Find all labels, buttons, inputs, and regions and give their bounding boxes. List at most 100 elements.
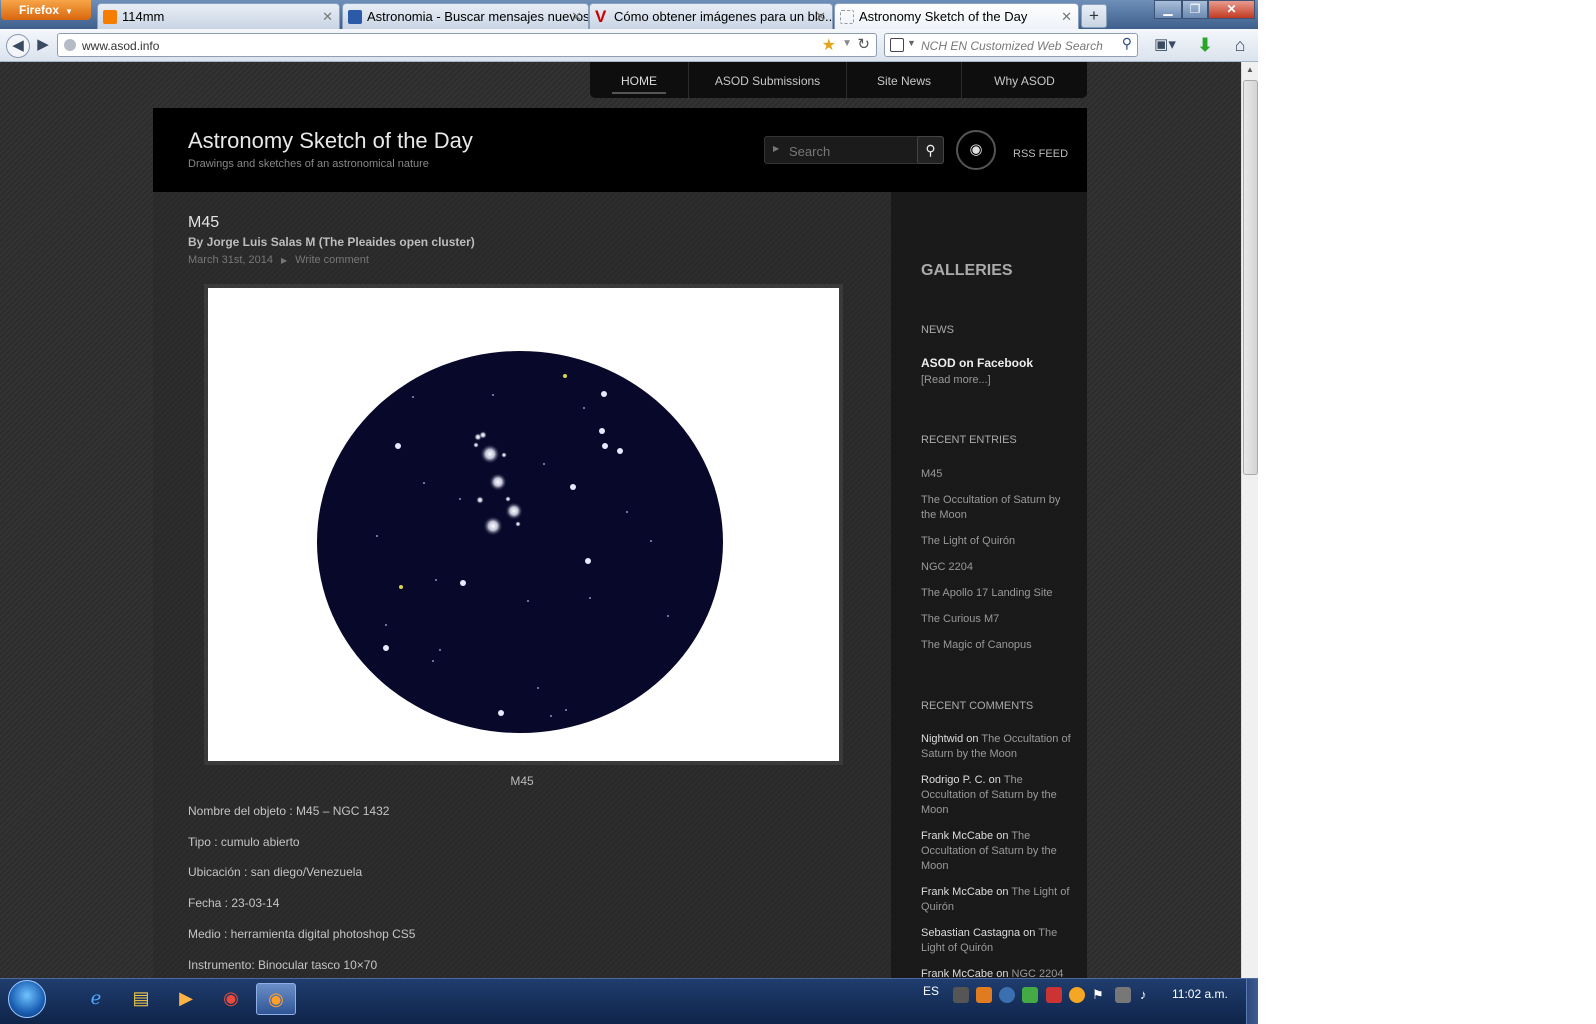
star xyxy=(483,516,503,536)
star xyxy=(583,407,585,409)
scroll-up-arrow-icon[interactable]: ▲ xyxy=(1242,62,1258,78)
show-desktop-button[interactable] xyxy=(1246,979,1258,1024)
sketch-image[interactable] xyxy=(204,284,843,765)
star xyxy=(543,463,545,465)
comment-author[interactable]: Nightwid xyxy=(921,733,963,745)
tab-como-obtener[interactable]: V Cómo obtener imágenes para un blo... ✕ xyxy=(589,3,833,29)
star xyxy=(489,473,507,491)
clock[interactable]: 11:02 a.m. xyxy=(1172,987,1228,1001)
tab-astronomia[interactable]: Astronomia - Buscar mensajes nuevos ✕ xyxy=(342,3,589,29)
file-explorer-icon[interactable]: ▤ xyxy=(121,983,161,1015)
nav-home[interactable]: HOME xyxy=(590,62,689,98)
recent-entry-link[interactable]: NGC 2204 xyxy=(921,560,1071,575)
blank-page-icon xyxy=(840,10,854,24)
url-bar[interactable]: www.asod.info ★ ▼ ↻ xyxy=(57,33,877,57)
volume-icon[interactable]: ♪ xyxy=(1140,987,1156,1003)
search-engine-icon[interactable] xyxy=(890,38,904,52)
recent-entry-link[interactable]: The Occultation of Saturn by the Moon xyxy=(921,493,1071,523)
nav-why-asod[interactable]: Why ASOD xyxy=(962,62,1087,98)
comment-author[interactable]: Frank McCabe xyxy=(921,830,993,842)
rss-feed-link[interactable]: RSS FEED xyxy=(1013,148,1068,160)
comment-author[interactable]: Sebastian Castagna xyxy=(921,927,1020,939)
nav-site-news[interactable]: Site News xyxy=(847,62,962,98)
nav-asod-submissions[interactable]: ASOD Submissions xyxy=(689,62,847,98)
tray-app-icon[interactable] xyxy=(1069,987,1085,1003)
maximize-button[interactable]: ❐ xyxy=(1182,0,1208,19)
chevron-down-icon[interactable]: ▼ xyxy=(907,38,916,48)
web-search-field[interactable]: ▼ NCH EN Customized Web Search ⚲ xyxy=(884,33,1138,57)
news-item-title[interactable]: ASOD on Facebook xyxy=(921,356,1033,370)
start-button[interactable] xyxy=(8,980,46,1018)
vertical-scrollbar[interactable]: ▲ ▼ xyxy=(1241,62,1258,996)
site-title[interactable]: Astronomy Sketch of the Day xyxy=(188,128,473,154)
home-icon[interactable]: ⌂ xyxy=(1228,34,1252,58)
tab-title: 114mm xyxy=(122,9,165,24)
chevron-down-icon[interactable]: ▼ xyxy=(842,38,852,49)
star xyxy=(589,597,591,599)
tray-app-icon[interactable] xyxy=(976,987,992,1003)
read-more-link[interactable]: [Read more...] xyxy=(921,374,991,386)
post-title[interactable]: M45 xyxy=(188,214,219,232)
close-window-button[interactable]: ✕ xyxy=(1208,0,1255,19)
recent-entry-link[interactable]: The Magic of Canopus xyxy=(921,638,1071,653)
url-text: www.asod.info xyxy=(82,39,160,53)
close-icon[interactable]: ✕ xyxy=(571,9,582,25)
recent-entry-link[interactable]: The Apollo 17 Landing Site xyxy=(921,586,1071,601)
media-player-icon[interactable]: ▶ xyxy=(166,983,206,1015)
search-button[interactable]: ⚲ xyxy=(917,136,944,164)
tab-asod[interactable]: Astronomy Sketch of the Day ✕ xyxy=(834,3,1079,29)
tab-title: Astronomy Sketch of the Day xyxy=(859,9,1028,24)
detail-location: Ubicación : san diego/Venezuela xyxy=(188,865,363,879)
post-author: By Jorge Luis Salas M (The Pleaides open… xyxy=(188,235,475,249)
minimize-button[interactable]: ▁ xyxy=(1154,0,1182,19)
firefox-taskbar-icon[interactable]: ◉ xyxy=(256,983,296,1015)
galleries-heading[interactable]: GALLERIES xyxy=(921,262,1013,280)
write-comment-link[interactable]: Write comment xyxy=(295,254,369,266)
chrome-icon[interactable]: ◉ xyxy=(211,983,251,1015)
star xyxy=(626,511,628,513)
close-icon[interactable]: ✕ xyxy=(322,9,333,25)
star xyxy=(617,448,623,454)
recent-entry-link[interactable]: M45 xyxy=(921,467,1071,482)
tray-app-icon[interactable] xyxy=(1022,987,1038,1003)
firefox-menu-label: Firefox xyxy=(19,3,60,17)
network-icon[interactable] xyxy=(1115,987,1131,1003)
star xyxy=(480,444,500,464)
internet-explorer-icon[interactable]: ℯ xyxy=(76,983,116,1015)
firefox-menu-button[interactable]: Firefox ▼ xyxy=(1,0,91,20)
new-tab-button[interactable]: + xyxy=(1081,4,1107,28)
search-icon[interactable]: ⚲ xyxy=(1122,35,1132,52)
tab-114mm[interactable]: 114mm ✕ xyxy=(97,3,340,29)
bookmark-star-icon[interactable]: ★ xyxy=(822,35,836,55)
close-icon[interactable]: ✕ xyxy=(815,9,826,25)
back-arrow-icon[interactable]: ◀ xyxy=(6,34,30,58)
scrollbar-thumb[interactable] xyxy=(1243,80,1258,475)
recent-comment: Frank McCabe on The Occultation of Satur… xyxy=(921,829,1071,874)
detail-medium: Medio : herramienta digital photoshop CS… xyxy=(188,927,416,941)
star xyxy=(492,394,494,396)
recent-entry-link[interactable]: The Curious M7 xyxy=(921,612,1071,627)
star xyxy=(435,579,437,581)
tray-app-icon[interactable] xyxy=(999,987,1015,1003)
action-center-flag-icon[interactable]: ⚑ xyxy=(1092,987,1108,1003)
recent-entry-link[interactable]: The Light of Quirón xyxy=(921,534,1071,549)
comment-author[interactable]: Rodrigo P. C. xyxy=(921,774,986,786)
language-indicator[interactable]: ES xyxy=(923,984,939,998)
star xyxy=(376,535,378,537)
caret-right-icon: ▶ xyxy=(773,144,780,153)
bookmarks-menu-icon[interactable]: ▣▾ xyxy=(1150,34,1180,58)
comment-author[interactable]: Frank McCabe xyxy=(921,886,993,898)
star xyxy=(501,452,507,458)
recent-comment: Sebastian Castagna on The Light of Quiró… xyxy=(921,926,1071,956)
detail-type: Tipo : cumulo abierto xyxy=(188,835,300,849)
rss-icon[interactable]: ◉ xyxy=(956,130,996,170)
download-arrow-icon[interactable]: ⬇ xyxy=(1193,34,1217,58)
forum-icon xyxy=(348,10,362,24)
tray-app-icon[interactable] xyxy=(953,987,969,1003)
tray-app-icon[interactable] xyxy=(1046,987,1062,1003)
close-icon[interactable]: ✕ xyxy=(1061,9,1072,25)
reload-icon[interactable]: ↻ xyxy=(857,35,870,53)
star xyxy=(460,580,466,586)
recent-comment: Rodrigo P. C. on The Occultation of Satu… xyxy=(921,773,1071,818)
forward-arrow-icon[interactable]: ▶ xyxy=(31,34,55,58)
